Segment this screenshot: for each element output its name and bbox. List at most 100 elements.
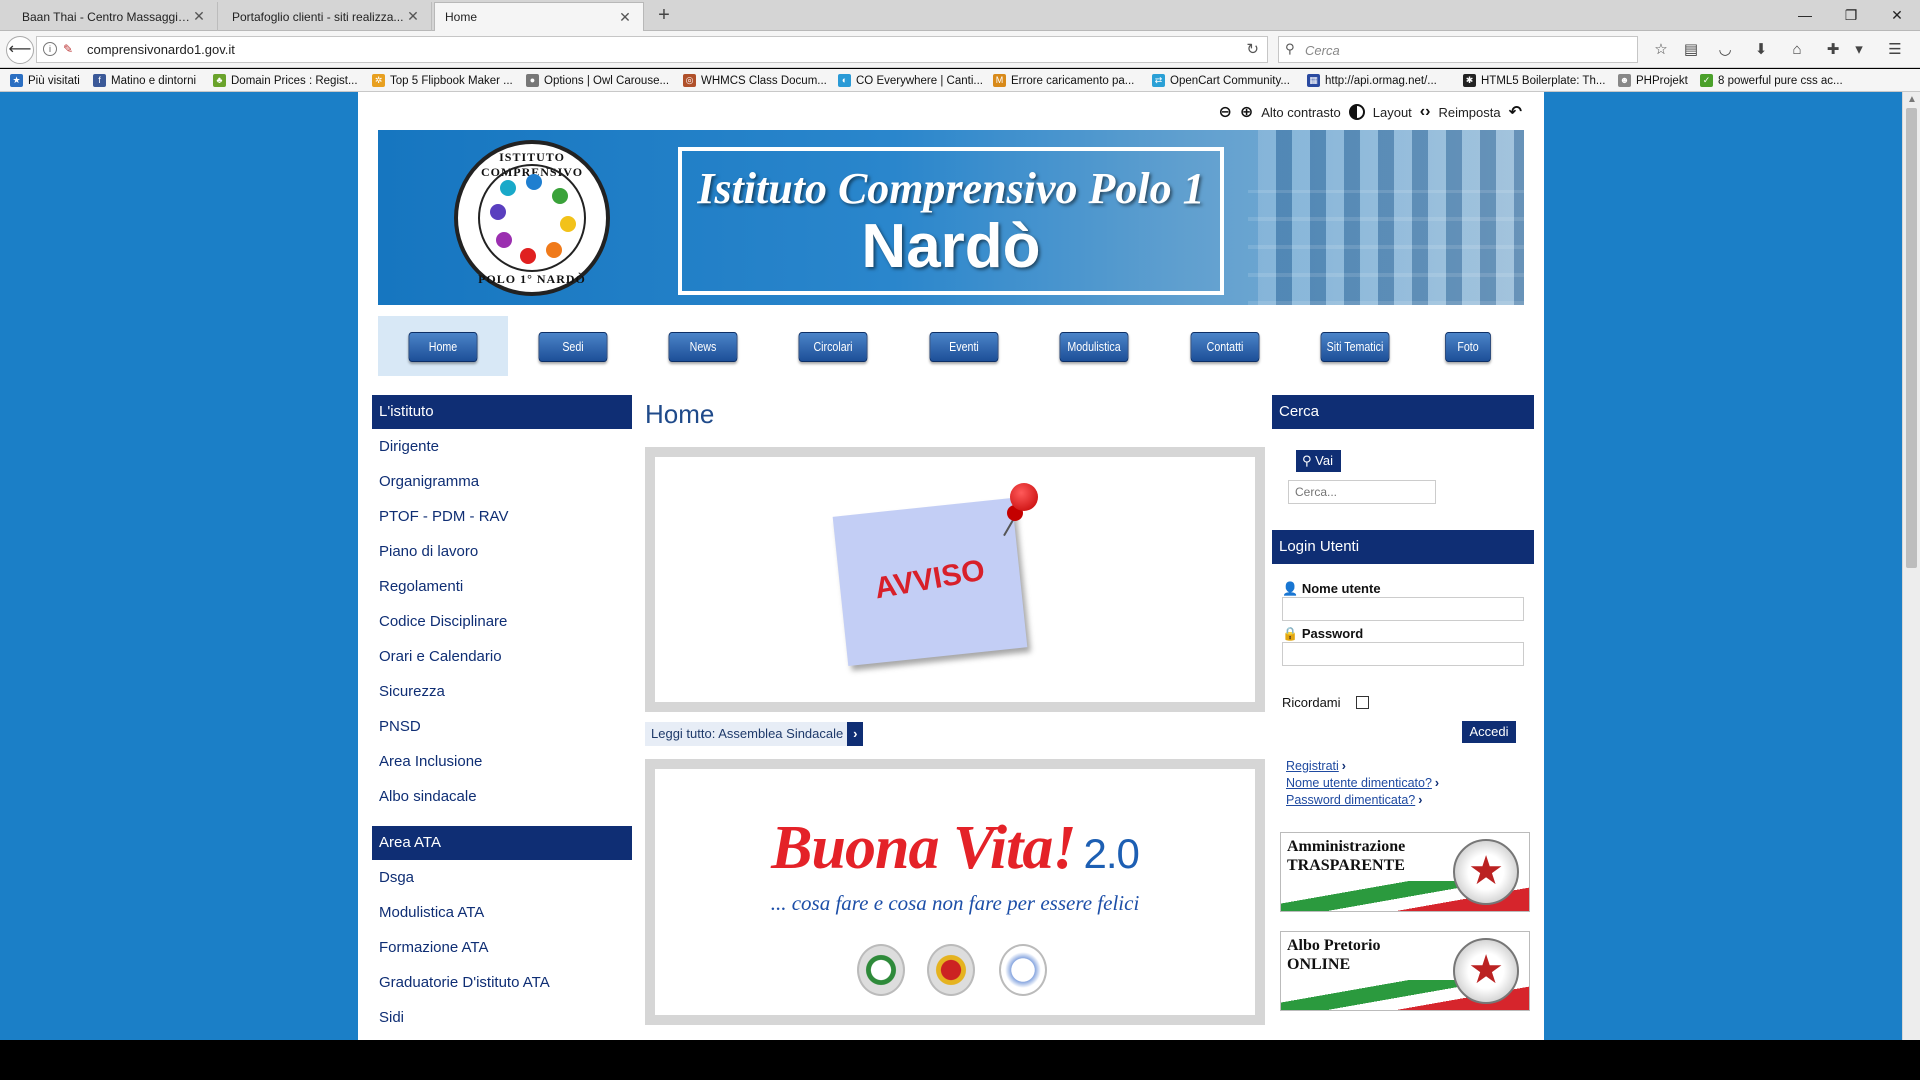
login-button[interactable]: Accedi bbox=[1462, 721, 1516, 743]
bookmark-item[interactable]: ★ Più visitati bbox=[10, 72, 80, 89]
forgot-password-link[interactable]: Password dimenticata? › bbox=[1286, 793, 1422, 807]
albo-pretorio-banner[interactable]: ★ Albo Pretorio ONLINE bbox=[1280, 931, 1530, 1011]
layout-arrows-icon[interactable]: ‹› bbox=[1420, 103, 1431, 121]
nav-button[interactable]: Siti Tematici bbox=[1320, 332, 1390, 362]
zoom-in-icon[interactable]: ⊕ bbox=[1240, 102, 1253, 122]
reload-icon[interactable]: ↻ bbox=[1246, 40, 1259, 58]
window-close-icon[interactable]: ✕ bbox=[1882, 3, 1912, 27]
bookmark-item[interactable]: ☻ PHProjekt bbox=[1618, 72, 1688, 89]
nav-item-contatti[interactable]: Contatti bbox=[1160, 316, 1290, 376]
reset-icon[interactable]: ↶ bbox=[1509, 102, 1522, 122]
bookmark-item[interactable]: ● Options | Owl Carouse... bbox=[526, 72, 669, 89]
sidebar-link-formazione-ata[interactable]: Formazione ATA bbox=[372, 930, 632, 965]
nav-item-foto[interactable]: Foto bbox=[1398, 316, 1528, 376]
high-contrast-label[interactable]: Alto contrasto bbox=[1261, 105, 1341, 120]
tracking-shield-icon[interactable]: ✎ bbox=[63, 42, 73, 56]
nav-button[interactable]: Modulistica bbox=[1059, 332, 1129, 362]
maximize-icon[interactable]: ❐ bbox=[1836, 3, 1866, 27]
download-icon[interactable]: ⬇ bbox=[1750, 41, 1772, 61]
hamburger-menu-icon[interactable]: ☰ bbox=[1884, 41, 1906, 61]
site-search-input[interactable] bbox=[1288, 480, 1436, 504]
nav-item-eventi[interactable]: Eventi bbox=[899, 316, 1029, 376]
reset-label[interactable]: Reimposta bbox=[1438, 105, 1500, 120]
nav-item-sedi[interactable]: Sedi bbox=[508, 316, 638, 376]
register-link[interactable]: Registrati › bbox=[1286, 759, 1346, 773]
username-field[interactable] bbox=[1282, 597, 1524, 621]
bookmark-item[interactable]: ♣ Domain Prices : Regist... bbox=[213, 72, 358, 89]
home-icon[interactable]: ⌂ bbox=[1786, 41, 1808, 61]
sidebar-link-sidi[interactable]: Sidi bbox=[372, 1000, 632, 1035]
nav-item-news[interactable]: News bbox=[638, 316, 768, 376]
sidebar-link-graduatorie-ata[interactable]: Graduatorie D'istituto ATA bbox=[372, 965, 632, 1000]
password-field[interactable] bbox=[1282, 642, 1524, 666]
bookmark-item[interactable]: ✓ 8 powerful pure css ac... bbox=[1700, 72, 1843, 89]
bookmark-item[interactable]: ✲ Top 5 Flipbook Maker ... bbox=[372, 72, 513, 89]
extension-icon[interactable]: ✚ bbox=[1822, 41, 1844, 61]
layout-label[interactable]: Layout bbox=[1373, 105, 1412, 120]
sidebar-link-modulistica-ata[interactable]: Modulistica ATA bbox=[372, 895, 632, 930]
new-tab-button[interactable]: + bbox=[652, 4, 676, 28]
nav-item-circolari[interactable]: Circolari bbox=[768, 316, 898, 376]
sidebar-link-albo-sindacale[interactable]: Albo sindacale bbox=[372, 779, 632, 814]
close-icon[interactable]: ✕ bbox=[191, 8, 207, 25]
bookmark-item[interactable]: M Errore caricamento pa... bbox=[993, 72, 1134, 89]
pocket-icon[interactable]: ◡ bbox=[1714, 41, 1736, 61]
nav-button[interactable]: Contatti bbox=[1190, 332, 1260, 362]
school-logo[interactable]: ISTITUTO COMPRENSIVO POLO 1° NARDÒ bbox=[454, 140, 610, 296]
sidebar-link-orari[interactable]: Orari e Calendario bbox=[372, 639, 632, 674]
browser-tab-1[interactable]: Baan Thai - Centro Massaggi ... ✕ bbox=[12, 2, 218, 31]
sidebar-link-sicurezza[interactable]: Sicurezza bbox=[372, 674, 632, 709]
nav-item-home[interactable]: Home bbox=[378, 316, 508, 376]
nav-button[interactable]: Sedi bbox=[538, 332, 608, 362]
minimize-icon[interactable]: — bbox=[1790, 3, 1820, 27]
scroll-up-icon[interactable]: ▲ bbox=[1907, 94, 1917, 105]
back-arrow-icon[interactable]: ⟵ bbox=[6, 36, 34, 64]
search-engine-icon[interactable]: ⚲ bbox=[1285, 41, 1295, 57]
scroll-thumb[interactable] bbox=[1906, 108, 1917, 568]
url-text[interactable]: comprensivonardo1.gov.it bbox=[87, 42, 235, 57]
avviso-card[interactable]: AVVISO bbox=[645, 447, 1265, 712]
avviso-image[interactable]: AVVISO bbox=[655, 457, 1255, 702]
sidebar-link-ptof[interactable]: PTOF - PDM - RAV bbox=[372, 499, 632, 534]
read-more-link[interactable]: Leggi tutto: Assemblea Sindacale › bbox=[645, 722, 864, 746]
sidebar-link-dsga[interactable]: Dsga bbox=[372, 860, 632, 895]
close-icon[interactable]: ✕ bbox=[405, 8, 421, 25]
bookmark-item[interactable]: ◐ CO Everywhere | Canti... bbox=[838, 72, 983, 89]
reading-list-icon[interactable]: ▤ bbox=[1680, 41, 1702, 61]
bookmark-item[interactable]: ◎ WHMCS Class Docum... bbox=[683, 72, 827, 89]
sidebar-link-area-inclusione[interactable]: Area Inclusione bbox=[372, 744, 632, 779]
sidebar-link-regolamenti[interactable]: Regolamenti bbox=[372, 569, 632, 604]
bookmark-item[interactable]: f Matino e dintorni bbox=[93, 72, 196, 89]
zoom-out-icon[interactable]: ⊖ bbox=[1218, 102, 1231, 122]
nav-item-modulistica[interactable]: Modulistica bbox=[1029, 316, 1159, 376]
sidebar-link-dirigente[interactable]: Dirigente bbox=[372, 429, 632, 464]
search-submit-button[interactable]: ⚲ Vai bbox=[1296, 450, 1341, 472]
bookmark-star-icon[interactable]: ☆ bbox=[1650, 41, 1672, 61]
browser-tab-2[interactable]: Portafoglio clienti - siti realizza... ✕ bbox=[222, 2, 432, 31]
address-bar[interactable]: i ✎ comprensivonardo1.gov.it ↻ bbox=[36, 36, 1268, 63]
bookmark-item[interactable]: ⇄ OpenCart Community... bbox=[1152, 72, 1290, 89]
info-icon[interactable]: i bbox=[43, 42, 57, 56]
bookmark-item[interactable]: ✱ HTML5 Boilerplate: Th... bbox=[1463, 72, 1605, 89]
remember-checkbox[interactable] bbox=[1356, 696, 1369, 709]
forgot-username-link[interactable]: Nome utente dimenticato? › bbox=[1286, 776, 1439, 790]
amministrazione-trasparente-banner[interactable]: ★ Amministrazione TRASPARENTE bbox=[1280, 832, 1530, 912]
close-icon[interactable]: ✕ bbox=[617, 9, 633, 26]
vertical-scrollbar[interactable]: ▲ bbox=[1902, 92, 1920, 1040]
browser-search-bar[interactable]: ⚲ Cerca bbox=[1278, 36, 1638, 63]
nav-button[interactable]: News bbox=[668, 332, 738, 362]
browser-tab-active[interactable]: Home ✕ bbox=[434, 2, 644, 31]
bookmark-item[interactable]: ▦ http://api.ormag.net/... bbox=[1307, 72, 1437, 89]
overflow-chevron-icon[interactable]: ▾ bbox=[1848, 41, 1870, 61]
sidebar-link-organigramma[interactable]: Organigramma bbox=[372, 464, 632, 499]
nav-button[interactable]: Circolari bbox=[798, 332, 868, 362]
nav-button[interactable]: Eventi bbox=[929, 332, 999, 362]
sidebar-link-piano-di-lavoro[interactable]: Piano di lavoro bbox=[372, 534, 632, 569]
buona-vita-card[interactable]: Buona Vita! 2.0 ... cosa fare e cosa non … bbox=[645, 759, 1265, 1025]
contrast-icon[interactable] bbox=[1348, 104, 1365, 120]
nav-button[interactable]: Home bbox=[408, 332, 478, 362]
buona-vita-image[interactable]: Buona Vita! 2.0 ... cosa fare e cosa non … bbox=[655, 769, 1255, 1015]
nav-button[interactable]: Foto bbox=[1445, 332, 1491, 362]
sidebar-link-codice-disciplinare[interactable]: Codice Disciplinare bbox=[372, 604, 632, 639]
sidebar-link-pnsd[interactable]: PNSD bbox=[372, 709, 632, 744]
